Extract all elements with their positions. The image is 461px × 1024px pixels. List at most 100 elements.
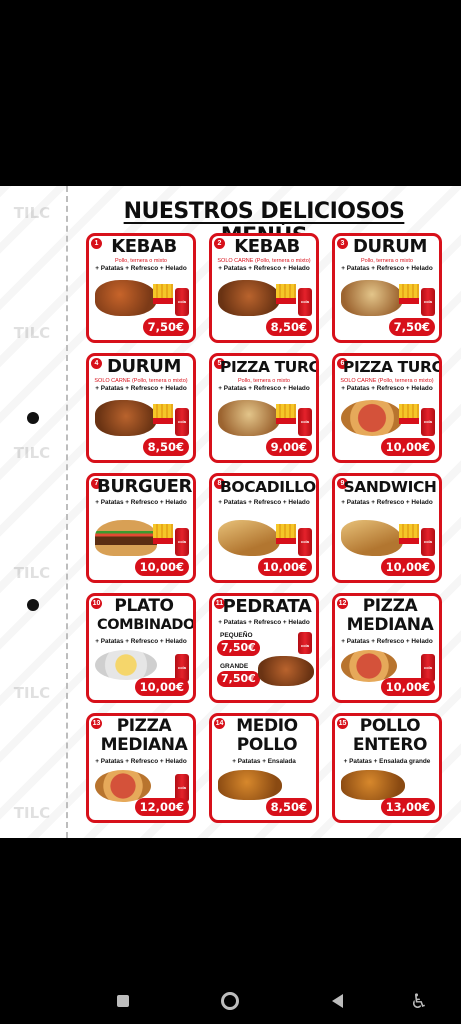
item-extras: + Patatas + Refresco + Helado xyxy=(95,499,187,506)
item-extras: + Patatas + Refresco + Helado xyxy=(95,638,187,645)
binder-hole xyxy=(27,412,39,424)
item-name: DURUM xyxy=(107,356,181,377)
menu-card: 4 DURUM SOLO CARNE (Pollo, ternera o mix… xyxy=(86,353,196,463)
size-label-large: GRANDE xyxy=(220,663,249,670)
item-name-line: MEDIANA xyxy=(346,615,434,635)
item-subtitle: SOLO CARNE (Pollo, ternera o mixto) xyxy=(340,378,434,384)
recents-icon[interactable] xyxy=(108,986,138,1016)
menu-card: 2 KEBAB SOLO CARNE (Pollo, ternera o mix… xyxy=(209,233,319,343)
item-name: PIZZA TURCA xyxy=(343,358,442,376)
menu-card: 9 SANDWICH + Patatas + Refresco + Helado… xyxy=(332,473,442,583)
item-name-line: POLLO xyxy=(359,716,421,736)
item-extras: + Patatas + Refresco + Helado xyxy=(218,499,310,506)
menu-card: 6 PIZZA TURCA SOLO CARNE (Pollo, ternera… xyxy=(332,353,442,463)
meat-photo xyxy=(95,400,157,436)
item-name: KEBAB xyxy=(234,236,300,257)
item-extras: + Patatas + Refresco + Helado xyxy=(218,265,310,272)
item-price: 10,00€ xyxy=(380,438,435,456)
item-subtitle: Pollo, ternera o mixto xyxy=(238,378,290,384)
item-name: SANDWICH xyxy=(343,478,437,496)
size-label-small: PEQUEÑO xyxy=(220,632,253,639)
item-extras: + Patatas + Refresco + Helado xyxy=(341,638,433,645)
fries-icon xyxy=(153,524,173,544)
item-name: PIZZA TURCA xyxy=(220,358,319,376)
item-extras: + Patatas + Refresco + Helado xyxy=(218,385,310,392)
system-navigation-bar: ♿ xyxy=(0,978,461,1024)
item-name: POLLO ENTERO xyxy=(343,717,437,755)
fries-icon xyxy=(399,284,419,304)
binder-hole xyxy=(27,599,39,611)
item-subtitle: Pollo, ternera o mixto xyxy=(361,258,413,264)
soda-can-icon: cola xyxy=(421,528,435,556)
item-extras: + Patatas + Refresco + Helado xyxy=(341,385,433,392)
menu-card: 13 PIZZA MEDIANA + Patatas + Refresco + … xyxy=(86,713,196,823)
item-extras: + Patatas + Refresco + Helado xyxy=(341,499,433,506)
item-name-line: COMBINADO xyxy=(97,617,195,633)
pedrata-photo xyxy=(258,656,314,686)
logo-watermark: TILC xyxy=(13,204,51,222)
menu-card: 7 BURGUER + Patatas + Refresco + Helado … xyxy=(86,473,196,583)
item-price: 8,50€ xyxy=(265,318,312,336)
item-extras: + Patatas + Refresco + Helado xyxy=(218,619,310,626)
item-extras: + Patatas + Refresco + Helado xyxy=(95,758,187,765)
item-name-line: PIZZA xyxy=(116,716,172,736)
half-chicken-photo xyxy=(218,770,282,800)
item-price: 10,00€ xyxy=(134,558,189,576)
item-extras: + Patatas + Refresco + Helado xyxy=(95,385,187,392)
dashed-divider xyxy=(66,186,68,838)
fries-icon xyxy=(276,524,296,544)
soda-can-icon: cola xyxy=(298,408,312,436)
item-name: DURUM xyxy=(353,236,427,257)
price-large: 7,50€ xyxy=(217,671,260,687)
item-extras: + Patatas + Refresco + Helado xyxy=(341,265,433,272)
item-name: BURGUER xyxy=(97,476,192,497)
logo-watermark: TILC xyxy=(13,444,51,462)
soda-can-icon: cola xyxy=(298,528,312,556)
soda-can-icon: cola xyxy=(298,288,312,316)
back-icon[interactable] xyxy=(322,986,352,1016)
item-name: BOCADILLO xyxy=(220,478,316,496)
item-price: 8,50€ xyxy=(142,438,189,456)
item-name-line: POLLO xyxy=(236,735,298,755)
sandwich-roll-photo xyxy=(218,520,280,556)
durum-photo xyxy=(341,280,403,316)
menu-card: 3 DURUM Pollo, ternera o mixto + Patatas… xyxy=(332,233,442,343)
sandwich-photo xyxy=(341,520,403,556)
item-price: 9,00€ xyxy=(265,438,312,456)
fries-icon xyxy=(276,404,296,424)
fries-icon xyxy=(399,524,419,544)
accessibility-icon[interactable]: ♿ xyxy=(404,986,434,1016)
item-name: PIZZA MEDIANA xyxy=(97,717,191,755)
soda-can-icon: cola xyxy=(421,408,435,436)
home-icon[interactable] xyxy=(215,986,245,1016)
fries-icon xyxy=(153,404,173,424)
turkish-pizza-photo xyxy=(341,400,403,436)
item-price: 12,00€ xyxy=(134,798,189,816)
item-price: 8,50€ xyxy=(265,798,312,816)
item-extras: + Patatas + Ensalada xyxy=(232,758,296,765)
soda-can-icon: cola xyxy=(175,408,189,436)
soda-can-icon: cola xyxy=(421,288,435,316)
whole-chicken-photo xyxy=(341,770,405,800)
menu-card: 14 MEDIO POLLO + Patatas + Ensalada 8,50… xyxy=(209,713,319,823)
burger-photo xyxy=(95,520,157,556)
item-price: 10,00€ xyxy=(380,558,435,576)
menu-grid: 1 KEBAB Pollo, ternera o mixto + Patatas… xyxy=(86,233,442,823)
menu-card: 10 PLATO COMBINADO + Patatas + Refresco … xyxy=(86,593,196,703)
item-price: 10,00€ xyxy=(257,558,312,576)
item-price: 7,50€ xyxy=(388,318,435,336)
bottom-black-area xyxy=(0,838,461,978)
logo-watermark: TILC xyxy=(13,804,51,822)
item-subtitle: SOLO CARNE (Pollo, ternera o mixto) xyxy=(94,378,188,384)
kebab-photo xyxy=(95,280,157,316)
item-name: PLATO COMBINADO xyxy=(97,597,195,635)
item-price: 7,50€ xyxy=(142,318,189,336)
item-price: 10,00€ xyxy=(134,678,189,696)
item-subtitle: Pollo, ternera o mixto xyxy=(115,258,167,264)
soda-can-icon: cola xyxy=(298,632,312,654)
logo-watermark: TILC xyxy=(13,684,51,702)
item-name-line: MEDIO xyxy=(236,716,298,736)
menu-card: 5 PIZZA TURCA Pollo, ternera o mixto + P… xyxy=(209,353,319,463)
fries-icon xyxy=(153,284,173,304)
item-name: PIZZA MEDIANA xyxy=(343,597,437,635)
